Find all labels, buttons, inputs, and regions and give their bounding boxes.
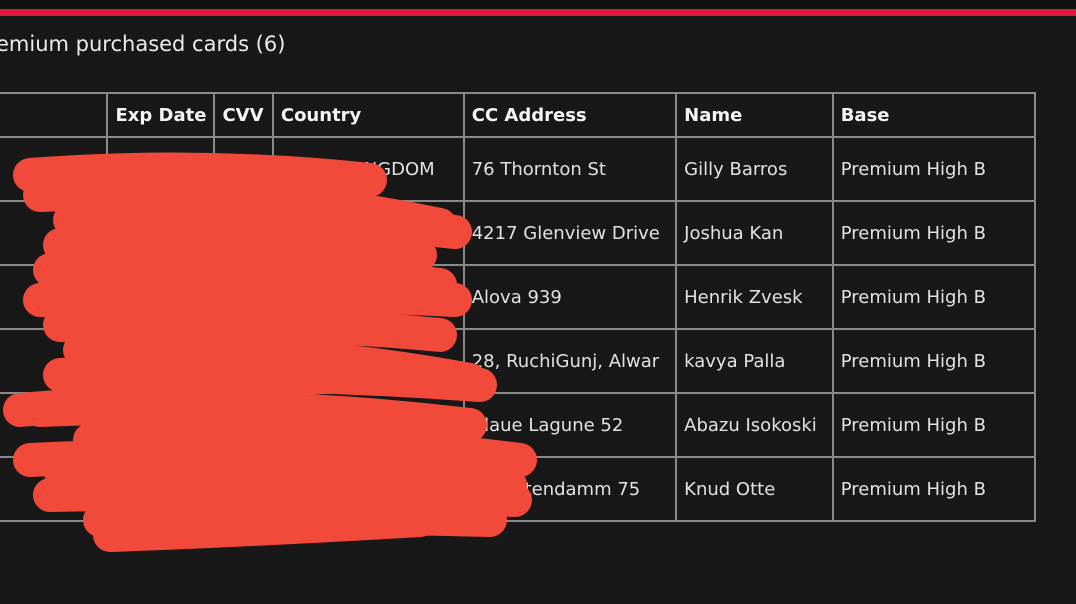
table-row[interactable]: SH Blaue Lagune 52 Abazu Isokoski Premium H… [0, 392, 1037, 458]
header-card [0, 92, 109, 138]
cell-exp [106, 392, 216, 458]
cell-name: Abazu Isokoski [675, 392, 834, 458]
cell-country [271, 264, 465, 330]
cell-card [0, 392, 109, 458]
table-header-row: Exp Date CVV Country CC Address Name Bas… [0, 92, 1037, 138]
table-row[interactable]: Kurfrstendamm 75 Knud Otte Premium High B [0, 456, 1037, 522]
cell-address: 76 Thornton St [462, 136, 678, 202]
cell-address: 28, RuchiGunj, Alwar [462, 328, 678, 394]
cell-cvv [213, 328, 274, 394]
top-bar [0, 0, 1076, 9]
cell-name: Gilly Barros [675, 136, 834, 202]
table-row[interactable]: 28, RuchiGunj, Alwar kavya Palla Premium H… [0, 328, 1037, 394]
cell-cvv [213, 392, 274, 458]
cell-name: Joshua Kan [675, 200, 834, 266]
cell-cvv [213, 264, 274, 330]
cell-card [0, 456, 109, 522]
cell-country: ATES [271, 200, 465, 266]
cell-base: Premium High B [831, 392, 1037, 458]
cell-address: Kurfrstendamm 75 [462, 456, 678, 522]
cell-card [0, 200, 109, 266]
table-row[interactable]: ATES 4217 Glenview Drive Joshua Kan Premium… [0, 200, 1037, 266]
cell-country: SH [271, 392, 465, 458]
cell-country: NITED KINGDOM [271, 136, 465, 202]
cell-exp [106, 456, 216, 522]
table-row[interactable]: NITED KINGDOM 76 Thornton St Gilly Barros P… [0, 136, 1037, 202]
cell-base: Premium High B [831, 456, 1037, 522]
cell-base: Premium High B [831, 136, 1037, 202]
table-row[interactable]: Alova 939 Henrik Zvesk Premium High B [0, 264, 1037, 330]
cell-address: 4217 Glenview Drive [462, 200, 678, 266]
page-title: emium purchased cards (6) [0, 32, 286, 56]
cell-address: Blaue Lagune 52 [462, 392, 678, 458]
cell-name: Knud Otte [675, 456, 834, 522]
cards-table: Exp Date CVV Country CC Address Name Bas… [0, 92, 1037, 522]
cell-exp [106, 136, 216, 202]
cell-exp [106, 200, 216, 266]
cell-card [0, 264, 109, 330]
cell-address: Alova 939 [462, 264, 678, 330]
cell-card [0, 328, 109, 394]
cell-exp [106, 328, 216, 394]
header-cvv: CVV [213, 92, 274, 138]
cell-exp [106, 264, 216, 330]
accent-bar [0, 9, 1076, 16]
header-name: Name [675, 92, 834, 138]
header-cc-address: CC Address [462, 92, 678, 138]
header-exp-date: Exp Date [106, 92, 216, 138]
cell-name: kavya Palla [675, 328, 834, 394]
header-country: Country [271, 92, 465, 138]
cell-cvv [213, 456, 274, 522]
cell-cvv [213, 136, 274, 202]
header-base: Base [831, 92, 1037, 138]
cell-country [271, 328, 465, 394]
cell-base: Premium High B [831, 328, 1037, 394]
cell-base: Premium High B [831, 264, 1037, 330]
scribble-stroke [93, 503, 437, 552]
cell-name: Henrik Zvesk [675, 264, 834, 330]
cell-card [0, 136, 109, 202]
cell-base: Premium High B [831, 200, 1037, 266]
cell-cvv [213, 200, 274, 266]
cell-country [271, 456, 465, 522]
